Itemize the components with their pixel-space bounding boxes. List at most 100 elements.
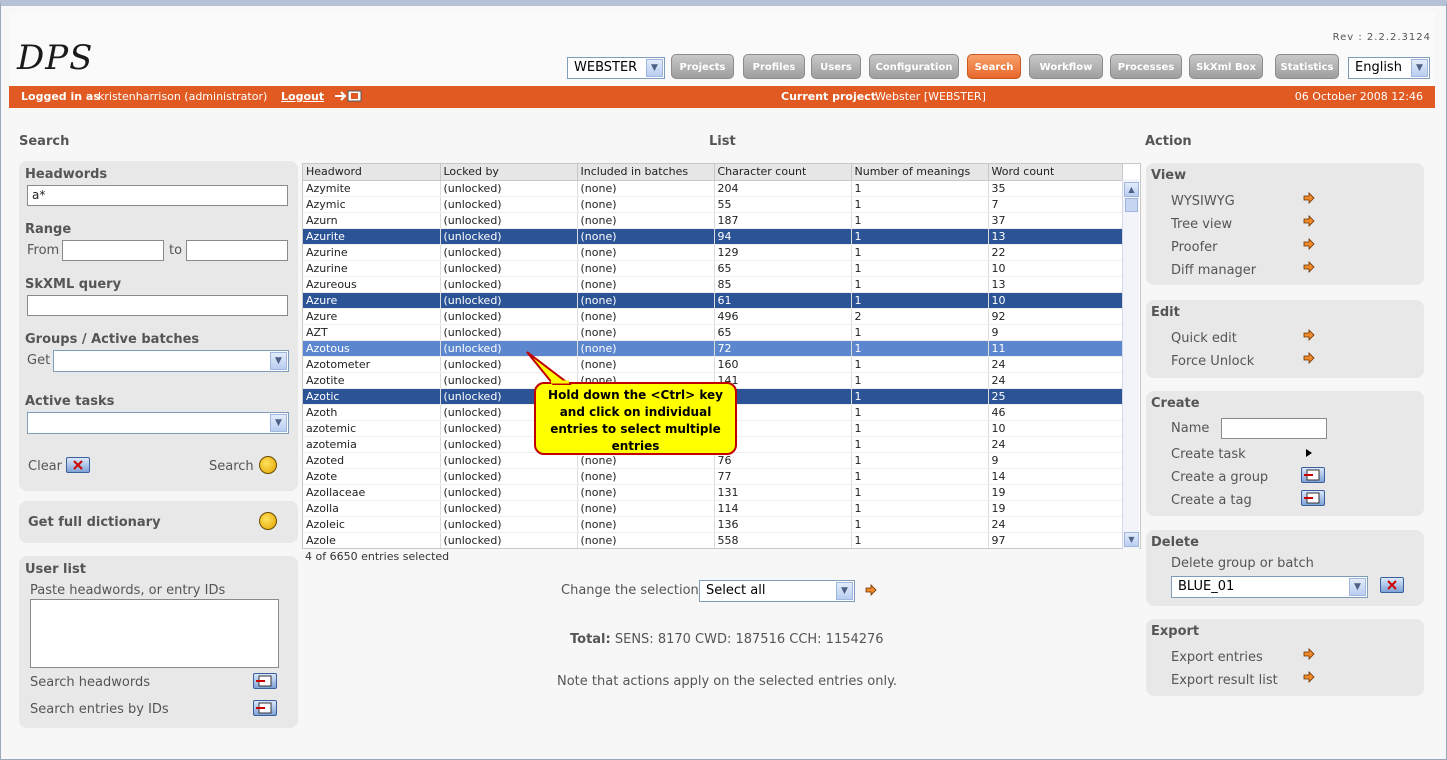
search-headwords-label[interactable]: Search headwords <box>30 675 150 690</box>
clear-icon[interactable] <box>66 457 90 473</box>
create-task-play-icon[interactable] <box>1305 448 1313 458</box>
range-from-input[interactable] <box>62 240 164 261</box>
export-result-list-label[interactable]: Export result list <box>1171 673 1278 688</box>
active-tasks-select[interactable]: ▼ <box>27 412 289 434</box>
nav-profiles[interactable]: Profiles <box>743 54 805 79</box>
apply-arrow-icon[interactable] <box>865 584 877 596</box>
nav-skxml-box[interactable]: SkXml Box <box>1189 54 1263 79</box>
table-row[interactable]: Azolla (unlocked) (none) 114 1 19 <box>303 500 1123 517</box>
table-cell-hw: Azotometer <box>303 356 441 373</box>
force-unlock-label[interactable]: Force Unlock <box>1171 354 1254 369</box>
name-input[interactable] <box>1221 418 1327 439</box>
change-selection-select[interactable]: Select all ▼ <box>699 580 855 602</box>
table-row[interactable]: Azurite (unlocked) (none) 94 1 13 <box>303 228 1123 245</box>
nav-projects[interactable]: Projects <box>671 54 734 79</box>
proofer-arrow-icon[interactable] <box>1303 238 1315 250</box>
table-row[interactable]: Azymite (unlocked) (none) 204 1 35 <box>303 180 1123 197</box>
create-group-label[interactable]: Create a group <box>1171 470 1268 485</box>
table-row[interactable]: Azymic (unlocked) (none) 55 1 7 <box>303 196 1123 213</box>
table-row[interactable]: Azote (unlocked) (none) 77 1 14 <box>303 468 1123 485</box>
groups-select[interactable]: ▼ <box>53 350 289 372</box>
create-task-label[interactable]: Create task <box>1171 447 1246 462</box>
headwords-input[interactable]: a* <box>27 185 288 206</box>
create-tag-label[interactable]: Create a tag <box>1171 493 1252 508</box>
export-entries-label[interactable]: Export entries <box>1171 650 1263 665</box>
col-word-count[interactable]: Word count <box>988 164 1123 181</box>
logout-link[interactable]: Logout <box>281 86 324 108</box>
scroll-down-icon[interactable]: ▼ <box>1124 532 1139 547</box>
table-cell-lock: (unlocked) <box>440 196 578 213</box>
col-meanings[interactable]: Number of meanings <box>851 164 989 181</box>
table-cell-nm: 1 <box>851 420 989 437</box>
quick-edit-arrow-icon[interactable] <box>1303 329 1315 341</box>
scroll-up-icon[interactable]: ▲ <box>1124 182 1139 197</box>
table-cell-nm: 1 <box>851 452 989 469</box>
proofer-label[interactable]: Proofer <box>1171 240 1218 255</box>
table-row[interactable]: Azoleic (unlocked) (none) 136 1 24 <box>303 516 1123 533</box>
search-headwords-icon[interactable] <box>253 673 277 689</box>
wysiwyg-arrow-icon[interactable] <box>1303 192 1315 204</box>
nav-configuration[interactable]: Configuration <box>869 54 959 79</box>
scroll-thumb[interactable] <box>1125 198 1138 212</box>
nav-search[interactable]: Search <box>967 54 1021 79</box>
table-row[interactable]: AZT (unlocked) (none) 65 1 9 <box>303 324 1123 341</box>
delete-icon[interactable] <box>1380 577 1404 593</box>
nav-workflow[interactable]: Workflow <box>1029 54 1103 79</box>
search-icon[interactable] <box>259 456 277 474</box>
status-bar: Logged in as kristenharrison (administra… <box>9 86 1435 108</box>
tree-view-label[interactable]: Tree view <box>1171 217 1232 232</box>
table-cell-nm: 1 <box>851 212 989 229</box>
col-char-count[interactable]: Character count <box>714 164 852 181</box>
diff-manager-label[interactable]: Diff manager <box>1171 263 1256 278</box>
full-dictionary-panel: Get full dictionary <box>19 501 298 543</box>
table-cell-hw: Azoted <box>303 452 441 469</box>
table-cell-hw: Azoth <box>303 404 441 421</box>
table-row[interactable]: Azole (unlocked) (none) 558 1 97 <box>303 532 1123 548</box>
totals: Total: SENS: 8170 CWD: 187516 CCH: 11542… <box>570 632 884 647</box>
search-label[interactable]: Search <box>209 459 254 474</box>
table-cell-cc: 204 <box>714 180 852 197</box>
range-to-input[interactable] <box>186 240 288 261</box>
col-batches[interactable]: Included in batches <box>577 164 715 181</box>
tree-view-arrow-icon[interactable] <box>1303 215 1315 227</box>
export-result-list-arrow-icon[interactable] <box>1303 671 1315 683</box>
logout-icon[interactable] <box>333 89 365 103</box>
delete-group-select[interactable]: BLUE_01 ▼ <box>1171 576 1368 598</box>
table-cell-wc: 24 <box>988 436 1123 453</box>
clear-label[interactable]: Clear <box>28 459 62 474</box>
table-cell-wc: 24 <box>988 356 1123 373</box>
quick-edit-label[interactable]: Quick edit <box>1171 331 1237 346</box>
create-tag-icon[interactable] <box>1301 490 1325 506</box>
table-scrollbar[interactable]: ▲ ▼ <box>1122 179 1139 549</box>
table-row[interactable]: Azureous (unlocked) (none) 85 1 13 <box>303 276 1123 293</box>
export-entries-arrow-icon[interactable] <box>1303 648 1315 660</box>
col-locked-by[interactable]: Locked by <box>440 164 578 181</box>
user-list-textarea[interactable] <box>30 599 279 668</box>
table-row[interactable]: Azurine (unlocked) (none) 129 1 22 <box>303 244 1123 261</box>
search-ids-label[interactable]: Search entries by IDs <box>30 702 169 717</box>
force-unlock-arrow-icon[interactable] <box>1303 352 1315 364</box>
create-group-icon[interactable] <box>1301 467 1325 483</box>
diff-manager-arrow-icon[interactable] <box>1303 261 1315 273</box>
table-row[interactable]: Azure (unlocked) (none) 61 1 10 <box>303 292 1123 309</box>
table-row[interactable]: Azotous (unlocked) (none) 72 1 11 <box>303 340 1123 357</box>
language-select[interactable]: English ▼ <box>1348 57 1430 79</box>
nav-processes[interactable]: Processes <box>1110 54 1182 79</box>
entries-table[interactable]: Headword Locked by Included in batches C… <box>302 163 1141 549</box>
name-label: Name <box>1171 421 1210 436</box>
search-ids-icon[interactable] <box>253 700 277 716</box>
headwords-label: Headwords <box>25 167 108 182</box>
project-select[interactable]: WEBSTER ▼ <box>567 57 665 79</box>
nav-statistics[interactable]: Statistics <box>1275 54 1339 79</box>
col-headword[interactable]: Headword <box>303 164 441 181</box>
wysiwyg-label[interactable]: WYSIWYG <box>1171 194 1235 209</box>
table-row[interactable]: Azurn (unlocked) (none) 187 1 37 <box>303 212 1123 229</box>
table-row[interactable]: Azollaceae (unlocked) (none) 131 1 19 <box>303 484 1123 501</box>
table-cell-hw: Azollaceae <box>303 484 441 501</box>
table-row[interactable]: Azurine (unlocked) (none) 65 1 10 <box>303 260 1123 277</box>
nav-users[interactable]: Users <box>811 54 861 79</box>
table-row[interactable]: Azotometer (unlocked) (none) 160 1 24 <box>303 356 1123 373</box>
table-row[interactable]: Azure (unlocked) (none) 496 2 92 <box>303 308 1123 325</box>
full-dictionary-search-icon[interactable] <box>259 512 277 530</box>
skxml-query-input[interactable] <box>27 295 288 316</box>
